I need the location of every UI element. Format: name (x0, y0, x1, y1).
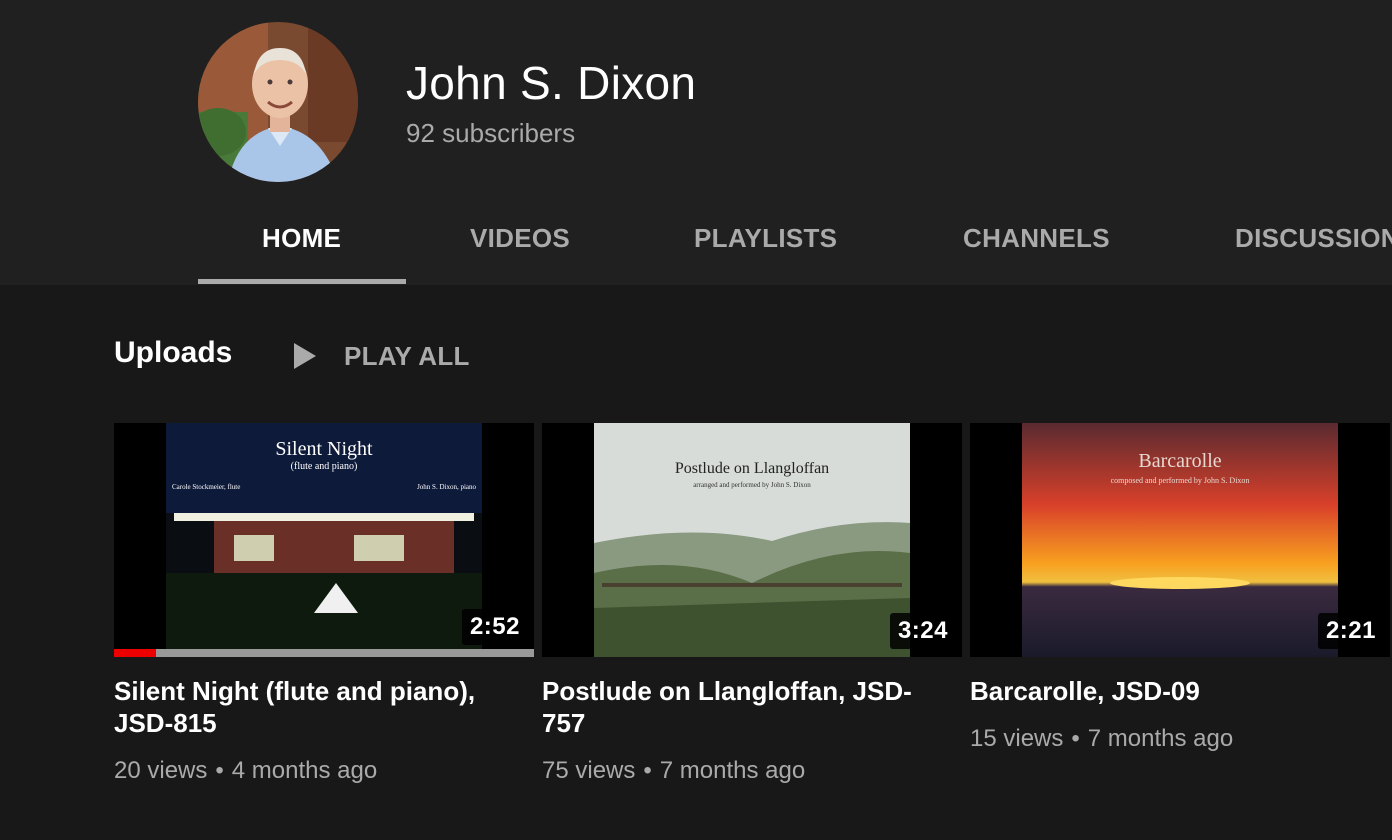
video-meta: 75 views • 7 months ago (542, 757, 962, 785)
section-title[interactable]: Uploads (114, 336, 232, 370)
video-title[interactable]: Silent Night (flute and piano), JSD-815 (114, 675, 514, 739)
view-count: 15 views (970, 725, 1064, 752)
thumb-subtitle: composed and performed by John S. Dixon (1111, 476, 1250, 485)
avatar-photo (198, 22, 358, 182)
thumb-performer-right: John S. Dixon, piano (417, 483, 476, 491)
thumb-title: Silent Night (275, 438, 373, 460)
meta-separator: • (1071, 725, 1080, 752)
channel-tabs: HOME VIDEOS PLAYLISTS CHANNELS DISCUSSIO… (0, 205, 1392, 285)
video-duration: 2:52 (461, 609, 528, 645)
watch-progress-fill (114, 649, 156, 657)
video-duration: 3:24 (889, 613, 956, 649)
thumb-subtitle: arranged and performed by John S. Dixon (693, 481, 811, 489)
video-thumbnail[interactable]: Barcarolle composed and performed by Joh… (970, 423, 1390, 657)
tab-playlists[interactable]: PLAYLISTS (694, 223, 837, 254)
meta-separator: • (215, 757, 224, 784)
video-thumbnail[interactable]: Postlude on Llangloffan arranged and per… (542, 423, 962, 657)
upload-age: 7 months ago (659, 757, 806, 784)
tab-channels[interactable]: CHANNELS (963, 223, 1110, 254)
video-thumbnail[interactable]: Silent Night (flute and piano) Carole St… (114, 423, 534, 657)
active-tab-indicator (198, 279, 406, 284)
view-count: 75 views (542, 757, 636, 784)
tab-discussion[interactable]: DISCUSSION (1235, 223, 1392, 254)
video-meta: 20 views • 4 months ago (114, 757, 534, 785)
video-title[interactable]: Postlude on Llangloffan, JSD-757 (542, 675, 942, 739)
channel-header: John S. Dixon 92 subscribers HOME VIDEOS… (0, 0, 1392, 285)
thumb-performer-left: Carole Stockmeier, flute (172, 483, 240, 491)
video-duration: 2:21 (1317, 613, 1384, 649)
video-meta: 15 views • 7 months ago (970, 725, 1390, 753)
view-count: 20 views (114, 757, 208, 784)
thumb-title: Postlude on Llangloffan (675, 460, 829, 477)
video-card[interactable]: Silent Night (flute and piano) Carole St… (114, 423, 534, 785)
play-all-label: PLAY ALL (344, 340, 470, 371)
subscriber-count: 92 subscribers (406, 118, 576, 148)
meta-separator: • (643, 757, 652, 784)
channel-avatar[interactable] (198, 22, 358, 182)
watch-progress-bar (114, 649, 534, 657)
video-card[interactable]: Barcarolle composed and performed by Joh… (970, 423, 1390, 753)
thumb-title: Barcarolle (1138, 450, 1221, 472)
video-card[interactable]: Postlude on Llangloffan arranged and per… (542, 423, 962, 785)
tab-videos[interactable]: VIDEOS (470, 223, 570, 254)
upload-age: 4 months ago (231, 757, 378, 784)
play-all-button[interactable]: PLAY ALL (292, 336, 470, 376)
thumb-subtitle: (flute and piano) (291, 461, 358, 472)
upload-age: 7 months ago (1087, 725, 1234, 752)
channel-name: John S. Dixon (406, 57, 697, 109)
play-icon (294, 343, 316, 369)
video-title[interactable]: Barcarolle, JSD-09 (970, 675, 1370, 707)
tab-home[interactable]: HOME (262, 223, 341, 254)
